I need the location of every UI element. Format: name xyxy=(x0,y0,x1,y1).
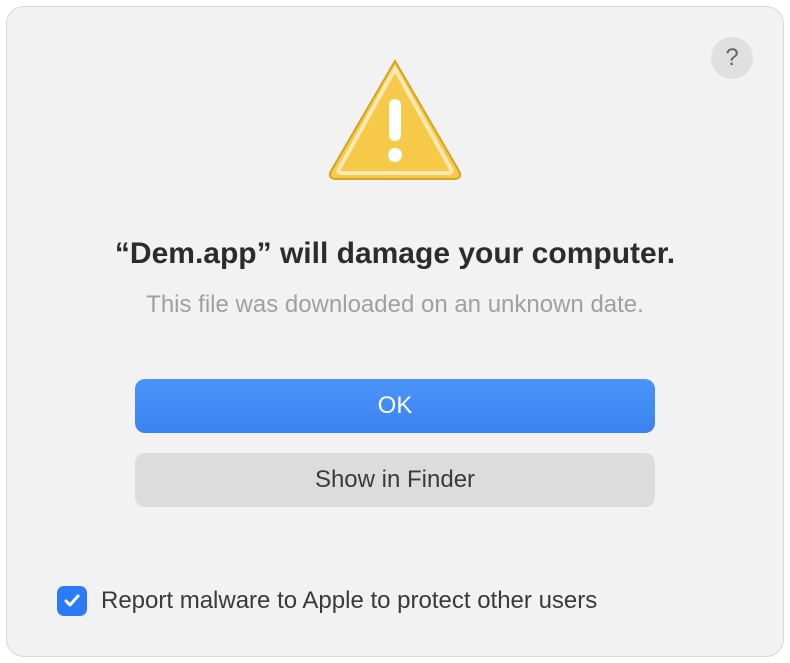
alert-dialog: ? “Dem.app” will damage your computer. T… xyxy=(6,6,784,657)
report-malware-label: Report malware to Apple to protect other… xyxy=(101,587,597,615)
show-in-finder-button[interactable]: Show in Finder xyxy=(135,453,655,507)
ok-button[interactable]: OK xyxy=(135,379,655,433)
report-malware-row: Report malware to Apple to protect other… xyxy=(57,586,597,616)
dialog-title: “Dem.app” will damage your computer. xyxy=(115,237,675,271)
help-icon: ? xyxy=(725,44,738,72)
dialog-subtitle: This file was downloaded on an unknown d… xyxy=(146,291,644,319)
dialog-content: “Dem.app” will damage your computer. Thi… xyxy=(67,47,723,626)
warning-triangle-icon xyxy=(325,57,465,187)
report-malware-checkbox[interactable] xyxy=(57,586,87,616)
checkmark-icon xyxy=(62,591,82,611)
